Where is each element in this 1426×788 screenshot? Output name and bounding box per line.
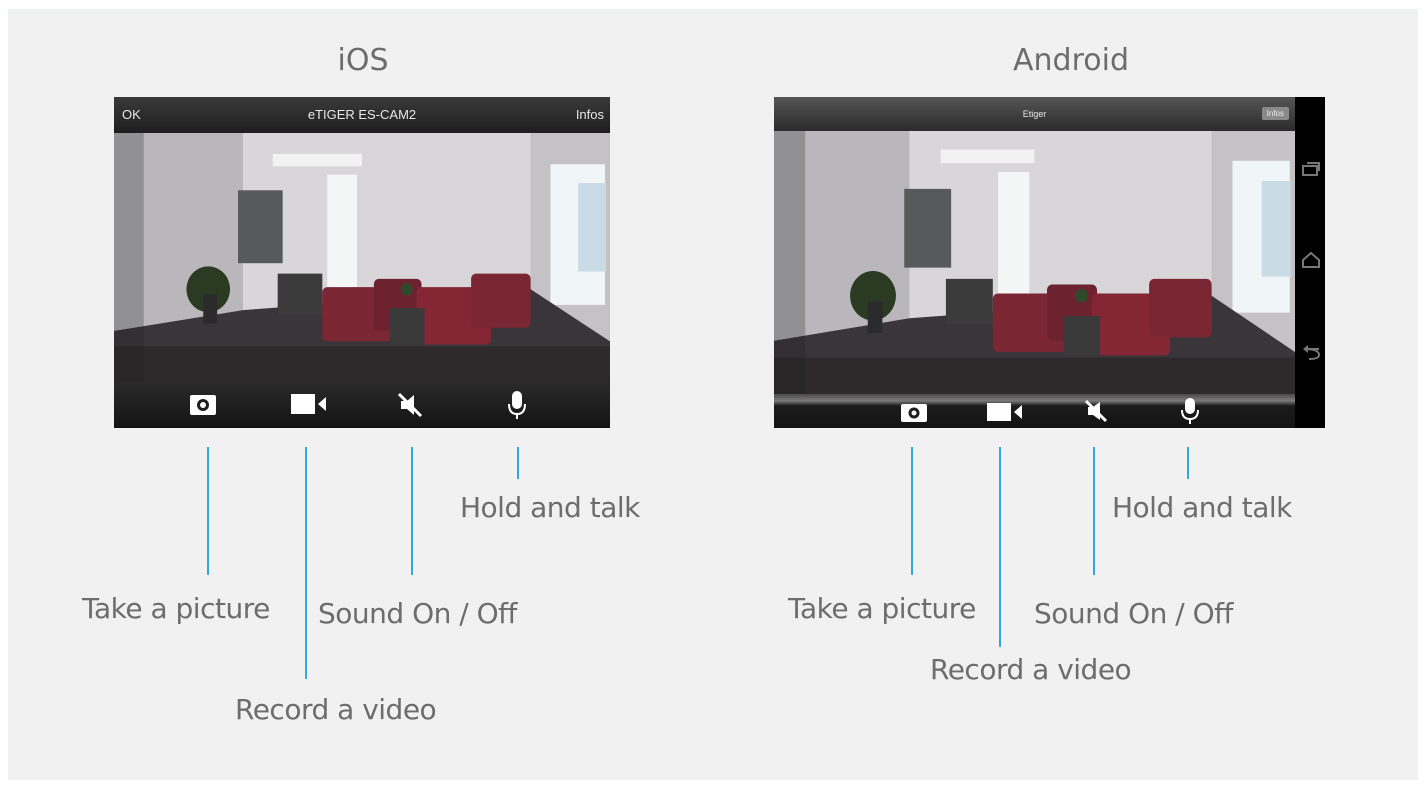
ios-camera-title: eTIGER ES-CAM2	[307, 107, 417, 122]
android-talk-line	[1187, 447, 1189, 479]
ios-sound-label: Sound On / Off	[318, 597, 517, 630]
android-infos-button[interactable]: Infos	[1261, 107, 1289, 120]
video-camera-icon[interactable]	[291, 393, 327, 420]
mute-icon[interactable]	[1084, 399, 1108, 428]
video-camera-icon[interactable]	[987, 402, 1023, 427]
android-picture-line	[911, 447, 913, 575]
top-strip	[0, 0, 1426, 9]
android-hold-talk-label: Hold and talk	[1112, 491, 1292, 524]
ios-record-video-label: Record a video	[235, 693, 437, 726]
android-sound-line	[1093, 447, 1095, 575]
android-camera-feed	[774, 127, 1295, 397]
camera-icon[interactable]	[900, 401, 928, 428]
android-sound-label: Sound On / Off	[1034, 597, 1233, 630]
ios-talk-line	[517, 447, 519, 479]
android-control-bar	[774, 394, 1295, 428]
ios-take-picture-label: Take a picture	[82, 592, 270, 625]
android-heading: Android	[1013, 43, 1129, 78]
recent-apps-icon[interactable]	[1301, 161, 1321, 182]
android-nav-bar	[1295, 97, 1325, 428]
ios-top-bar: OK eTIGER ES-CAM2 Infos	[114, 97, 610, 133]
ios-sound-line	[411, 447, 413, 575]
ios-app-screen: OK eTIGER ES-CAM2 Infos	[114, 97, 610, 428]
android-top-bar: Etiger Infos	[774, 97, 1295, 131]
ios-hold-talk-label: Hold and talk	[460, 491, 640, 524]
android-app-screen: Etiger Infos	[774, 97, 1325, 428]
ios-video-line	[305, 447, 307, 679]
android-record-video-label: Record a video	[930, 653, 1132, 686]
content-panel: iOS OK eTIGER ES-CAM2 Infos Take a pictu…	[8, 9, 1418, 780]
camera-icon[interactable]	[189, 392, 217, 421]
ios-picture-line	[207, 447, 209, 575]
microphone-icon[interactable]	[507, 390, 527, 425]
infos-button[interactable]: Infos	[576, 107, 604, 122]
ios-camera-feed	[114, 133, 610, 383]
microphone-icon[interactable]	[1180, 397, 1200, 428]
android-video-line	[999, 447, 1001, 647]
android-camera-title: Etiger	[1022, 109, 1047, 119]
ios-control-bar	[114, 382, 610, 428]
android-take-picture-label: Take a picture	[788, 592, 976, 625]
back-icon[interactable]	[1301, 345, 1321, 366]
home-icon[interactable]	[1301, 251, 1321, 274]
mute-icon[interactable]	[397, 392, 423, 423]
ios-heading: iOS	[337, 43, 389, 78]
